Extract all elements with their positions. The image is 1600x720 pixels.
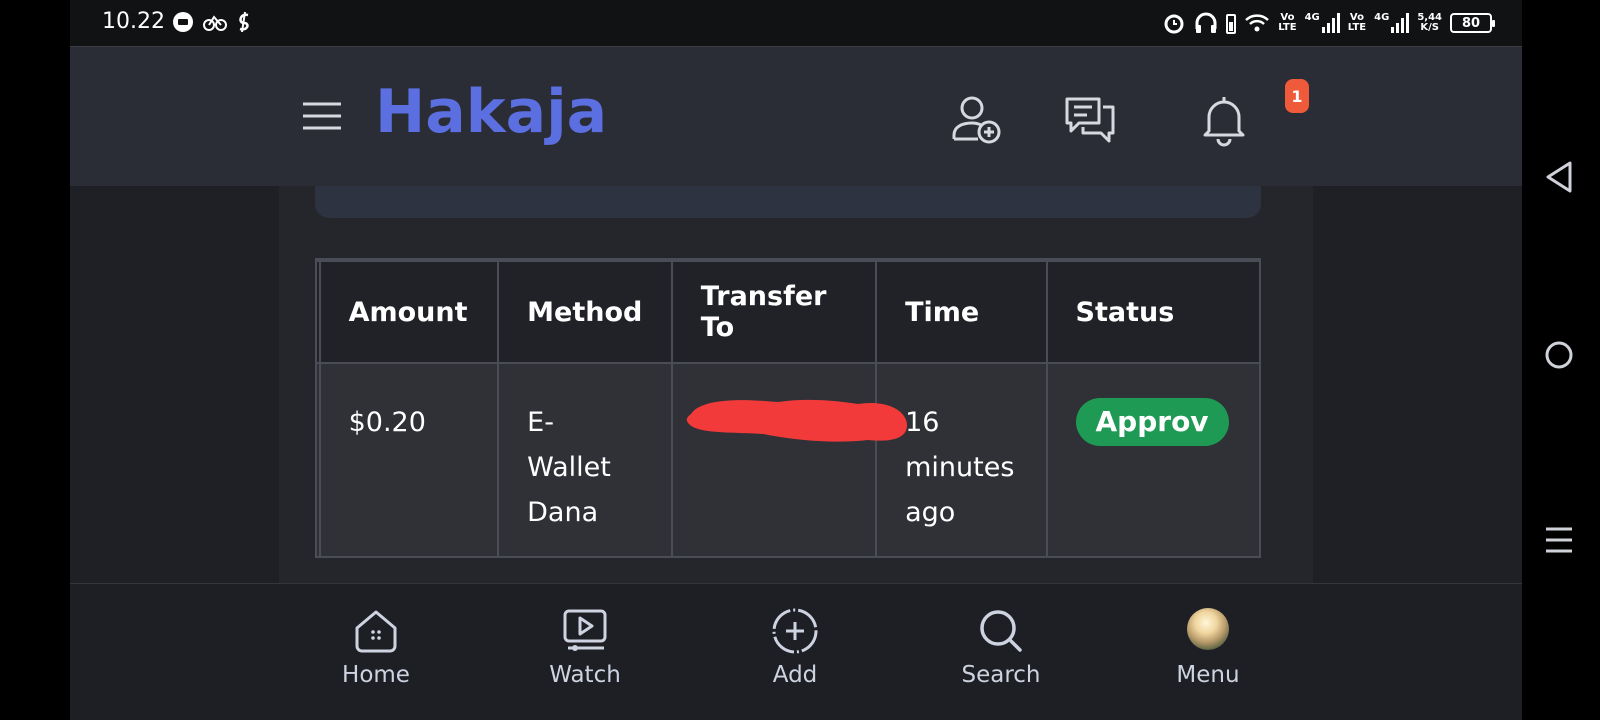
battery-indicator: 80 xyxy=(1450,13,1495,33)
status-badge: Approv xyxy=(1075,398,1229,446)
history-table: Amount Method Transfer To Time Status $0… xyxy=(315,260,1261,556)
nav-search[interactable]: Search xyxy=(941,606,1061,688)
table-row: $0.20 E- Wallet Dana 16 minutes ago Appr… xyxy=(315,362,1261,556)
status-right-group: Vo LTE 4G Vo LTE 4G 5,44 K/S 80 xyxy=(1162,8,1495,38)
signal-1: 4G xyxy=(1305,13,1340,33)
home-icon xyxy=(355,610,397,653)
redaction-scribble xyxy=(686,399,907,442)
nav-search-label: Search xyxy=(961,662,1041,688)
cell-amount: $0.20 xyxy=(318,362,500,556)
status-time: 10.22 xyxy=(102,9,165,34)
method-line: Dana xyxy=(527,497,599,528)
table-header-row: Amount Method Transfer To Time Status xyxy=(315,260,1261,364)
notification-bike-icon xyxy=(203,9,227,35)
time-line: ago xyxy=(905,497,956,528)
nav-home[interactable]: Home xyxy=(316,606,436,688)
signal-bars-icon xyxy=(1391,13,1410,33)
method-line: Wallet xyxy=(527,452,611,483)
notifications-bell-icon[interactable] xyxy=(1197,93,1251,147)
add-friend-icon[interactable] xyxy=(950,93,1004,147)
column-header-time: Time xyxy=(875,260,1048,364)
cell-status: Approv xyxy=(1045,362,1261,556)
content-panel: Amount Method Transfer To Time Status $0… xyxy=(279,186,1313,583)
nav-watch[interactable]: Watch xyxy=(525,606,645,688)
back-icon[interactable] xyxy=(1544,160,1574,194)
signal-2: 4G xyxy=(1374,13,1410,33)
withdraw-history-table[interactable]: Amount Method Transfer To Time Status $0… xyxy=(315,258,1261,558)
watch-icon xyxy=(563,609,607,651)
app-screen: 10.22 Vo LTE 4G Vo LTE 4G 5,44 K/S 80 Ha… xyxy=(70,0,1522,720)
nav-menu[interactable]: Menu xyxy=(1148,606,1268,688)
column-header-transfer-to: Transfer To xyxy=(670,260,878,364)
time-line: 16 xyxy=(905,407,940,438)
wifi-icon xyxy=(1245,14,1270,32)
cell-transfer-to xyxy=(670,362,907,556)
cell-method: E- Wallet Dana xyxy=(497,362,673,556)
nav-watch-label: Watch xyxy=(549,662,621,688)
home-button-icon[interactable] xyxy=(1544,340,1574,370)
bottom-navigation: Home Watch Add Search Menu xyxy=(70,583,1522,720)
system-navigation-bar xyxy=(1522,0,1600,720)
alarm-icon xyxy=(1164,14,1184,34)
messages-icon[interactable] xyxy=(1063,93,1117,147)
search-icon xyxy=(980,610,1022,652)
column-header-method: Method xyxy=(497,260,673,364)
app-header: Hakaja 1 xyxy=(70,46,1522,186)
status-bar: 10.22 Vo LTE 4G Vo LTE 4G 5,44 K/S 80 xyxy=(70,0,1522,46)
headphones-icon xyxy=(1195,12,1217,33)
avatar xyxy=(1187,608,1229,650)
notification-app-icon xyxy=(172,9,194,35)
brand-logo[interactable]: Hakaja xyxy=(375,77,607,147)
notification-currency-icon xyxy=(236,9,252,35)
headphone-battery-icon xyxy=(1226,14,1237,34)
time-line: minutes xyxy=(905,452,1015,483)
nav-add-label: Add xyxy=(772,662,818,688)
add-icon xyxy=(772,608,818,654)
column-header-status: Status xyxy=(1045,260,1261,364)
hamburger-menu-icon[interactable] xyxy=(302,100,342,132)
nav-add[interactable]: Add xyxy=(735,606,855,688)
recents-menu-icon[interactable] xyxy=(1544,525,1574,555)
nav-home-label: Home xyxy=(342,662,410,688)
volte-indicator-1: Vo LTE xyxy=(1278,12,1297,33)
signal-bars-icon xyxy=(1321,13,1340,33)
main-content: Amount Method Transfer To Time Status $0… xyxy=(70,186,1522,583)
method-line: E- xyxy=(527,407,554,438)
network-speed: 5,44 K/S xyxy=(1417,12,1442,33)
volte-indicator-2: Vo LTE xyxy=(1347,12,1367,33)
card-bottom-edge xyxy=(315,186,1261,218)
notification-count-badge: 1 xyxy=(1285,79,1309,113)
nav-menu-label: Menu xyxy=(1176,662,1240,688)
column-header-amount: Amount xyxy=(318,260,500,364)
